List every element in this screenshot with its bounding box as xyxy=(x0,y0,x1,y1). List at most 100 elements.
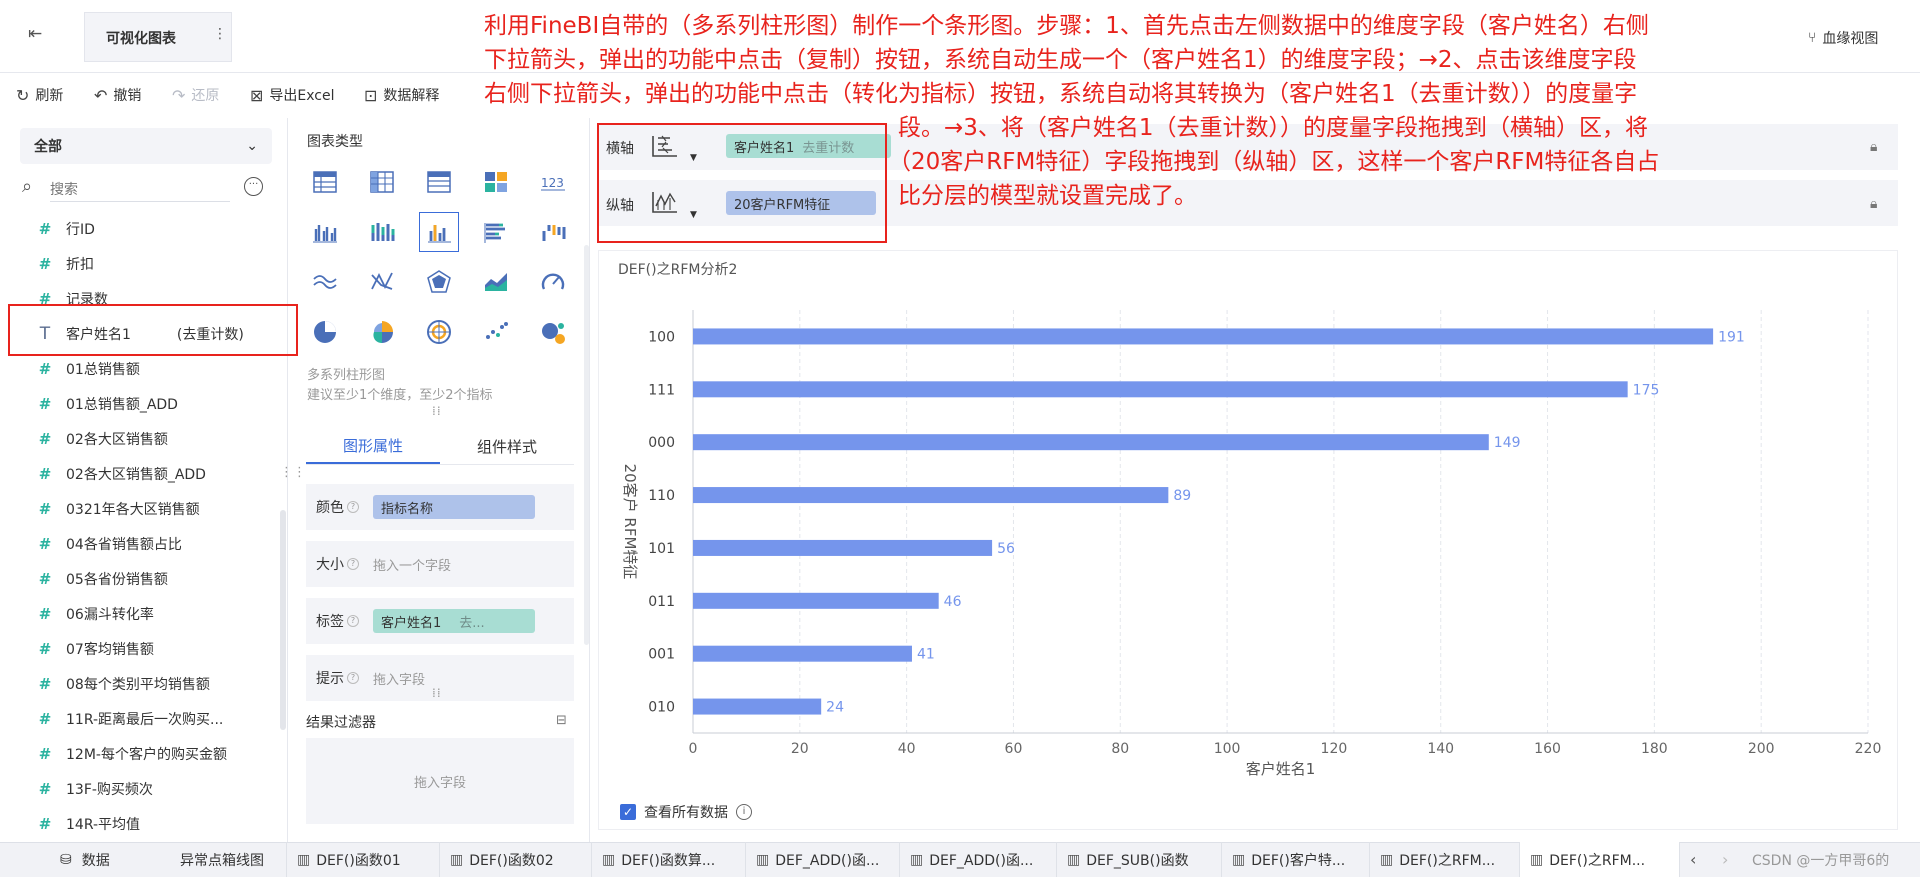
data-tab[interactable]: ⛁ 数据 xyxy=(0,842,170,877)
prop-row-color[interactable]: 颜色? 指标名称 xyxy=(306,484,574,530)
result-filter-dropzone[interactable]: 拖入字段 xyxy=(306,738,574,824)
radar-line-icon[interactable] xyxy=(362,262,402,302)
number-card-icon[interactable]: 123 xyxy=(533,162,573,202)
sheet-tab[interactable]: ▥ DEF()函数02 xyxy=(440,842,592,877)
config-panel-scrollbar[interactable] xyxy=(584,245,589,645)
bar-data-label: 56 xyxy=(997,541,1015,557)
search-input[interactable] xyxy=(50,178,230,202)
sunburst-icon[interactable] xyxy=(419,312,459,352)
export-excel-button[interactable]: ⊠ 导出Excel xyxy=(250,85,335,105)
bar-chart-icon[interactable] xyxy=(476,212,516,252)
prop-row-size[interactable]: 大小? 拖入一个字段 xyxy=(306,541,574,587)
field-item[interactable]: #14R-平均值 xyxy=(0,807,288,841)
resize-handle[interactable]: ⁞⁞ xyxy=(432,686,442,700)
waterfall-icon[interactable] xyxy=(533,212,573,252)
field-item[interactable]: #06漏斗转化率 xyxy=(0,597,288,631)
redo-icon: ↷ xyxy=(172,85,186,105)
tabs-prev-icon[interactable]: ‹ xyxy=(1690,850,1696,869)
field-label: 02各大区销售额 xyxy=(66,432,168,448)
sheet-tab[interactable]: ▥ DEF()函数01 xyxy=(287,842,440,877)
sheet-tab[interactable]: ▥ DEF_ADD()函... xyxy=(746,842,900,877)
field-item[interactable]: #07客均销售额 xyxy=(0,632,288,666)
detail-table-icon[interactable] xyxy=(419,162,459,202)
sheet-tab[interactable]: 异常点箱线图 xyxy=(170,842,287,877)
stacked-column-icon[interactable] xyxy=(362,212,402,252)
x-tick-label: 40 xyxy=(898,741,916,757)
data-explain-button[interactable]: ⊡ 数据解释 xyxy=(364,85,439,105)
bar xyxy=(693,592,939,609)
sheet-tab[interactable]: ▥ DEF()之RFM... xyxy=(1520,842,1680,877)
sheet-tab[interactable]: ▥ DEF_SUB()函数 xyxy=(1057,842,1222,877)
tab-graphic-properties[interactable]: 图形属性 xyxy=(306,428,440,464)
field-item[interactable]: # 折扣 xyxy=(0,247,288,281)
sheet-tab-label: DEF()之RFM... xyxy=(1399,852,1496,869)
refresh-button[interactable]: ↻ 刷新 xyxy=(16,85,63,105)
field-item[interactable]: #05各省份销售额 xyxy=(0,562,288,596)
line-chart-icon[interactable] xyxy=(305,262,345,302)
field-item[interactable]: #01总销售额 xyxy=(0,352,288,386)
info-icon[interactable]: i xyxy=(736,804,752,820)
bar-data-label: 191 xyxy=(1718,329,1745,345)
bar xyxy=(693,539,993,556)
tabs-next-icon[interactable]: › xyxy=(1722,850,1728,869)
more-options-icon[interactable]: ··· xyxy=(244,177,263,196)
field-item[interactable]: #0321年各大区销售额 xyxy=(0,492,288,526)
gauge-icon[interactable] xyxy=(533,262,573,302)
tab-component-style[interactable]: 组件样式 xyxy=(440,428,574,464)
multi-series-column-icon[interactable] xyxy=(419,212,459,252)
pie-chart-icon[interactable] xyxy=(305,312,345,352)
field-item[interactable]: #02各大区销售额_ADD xyxy=(0,457,288,491)
chart-sheet-icon: ▥ xyxy=(756,851,770,868)
field-item[interactable]: #13F-购买频次 xyxy=(0,772,288,806)
field-item[interactable]: #12M-每个客户的购买金额 xyxy=(0,737,288,771)
sheet-tab-label: DEF()之RFM... xyxy=(1549,852,1646,869)
sheet-tab[interactable]: ▥ DEF()客户特... xyxy=(1222,842,1370,877)
cross-table-icon[interactable] xyxy=(362,162,402,202)
field-item[interactable]: #08每个类别平均销售额 xyxy=(0,667,288,701)
field-label: 13F-购买频次 xyxy=(66,782,153,798)
field-item[interactable]: #01总销售额_ADD xyxy=(0,387,288,421)
rose-chart-icon[interactable] xyxy=(362,312,402,352)
bubble-chart-icon[interactable] xyxy=(533,312,573,352)
annotation-highlight-field xyxy=(8,304,298,356)
field-item[interactable]: #11R-距离最后一次购买... xyxy=(0,702,288,736)
instruction-line: 比分层的模型就设置完成了。 xyxy=(898,183,1197,209)
color-field-chip[interactable]: 指标名称 xyxy=(373,495,535,519)
bar-chart[interactable]: 0 20 40 60 80 100 120 140 160 180 200 220 191 100 175 1… xyxy=(598,290,1898,780)
x-axis-lock-icon[interactable]: 🔒︎ xyxy=(1870,139,1877,155)
bar-data-label: 46 xyxy=(944,594,962,610)
undo-button[interactable]: ↶ 撤销 xyxy=(94,85,141,105)
prop-row-label[interactable]: 标签? 客户姓名1 去... xyxy=(306,598,574,644)
number-field-icon: # xyxy=(38,640,52,658)
field-label: 11R-距离最后一次购买... xyxy=(66,712,224,728)
radar-chart-icon[interactable] xyxy=(419,262,459,302)
field-item[interactable]: # 行ID xyxy=(0,212,288,246)
view-all-data-toggle[interactable]: ✓ 查看所有数据 i xyxy=(620,802,752,822)
chart-type-hint-title: 多系列柱形图 xyxy=(307,368,386,383)
refresh-label: 刷新 xyxy=(35,88,64,104)
y-axis-lock-icon[interactable]: 🔒︎ xyxy=(1870,196,1877,212)
area-chart-icon[interactable] xyxy=(476,262,516,302)
x-tick-label: 160 xyxy=(1534,741,1561,757)
label-field-chip[interactable]: 客户姓名1 去... xyxy=(373,609,535,633)
number-field-icon: # xyxy=(38,815,52,833)
back-icon[interactable]: ⇤ xyxy=(28,24,48,44)
filter-settings-icon[interactable]: ⊟ xyxy=(556,713,567,728)
field-item[interactable]: #02各大区销售额 xyxy=(0,422,288,456)
scatter-chart-icon[interactable] xyxy=(476,312,516,352)
more-menu-icon[interactable]: ⋮ xyxy=(213,26,227,42)
sheet-tab[interactable]: ▥ DEF_ADD()函... xyxy=(900,842,1057,877)
instruction-line: （20客户RFM特征）字段拖拽到（纵轴）区，这样一个客户RFM特征各自占 xyxy=(888,149,1660,175)
kpi-card-icon[interactable] xyxy=(476,162,516,202)
resize-handle[interactable]: ⁞⁞ xyxy=(432,404,442,418)
lineage-view-button[interactable]: ⑂ 血缘视图 xyxy=(1808,28,1878,48)
scope-select[interactable]: 全部 ⌄ xyxy=(20,128,272,164)
grouped-column-icon[interactable] xyxy=(305,212,345,252)
checkbox-checked-icon[interactable]: ✓ xyxy=(620,804,636,820)
redo-button[interactable]: ↷ 还原 xyxy=(172,85,219,105)
sheet-tab[interactable]: ▥ DEF()函数算... xyxy=(592,842,746,877)
field-item[interactable]: #04各省销售额占比 xyxy=(0,527,288,561)
left-panel-scrollbar[interactable] xyxy=(280,510,286,730)
table-chart-icon[interactable] xyxy=(305,162,345,202)
sheet-tab[interactable]: ▥ DEF()之RFM... xyxy=(1370,842,1520,877)
